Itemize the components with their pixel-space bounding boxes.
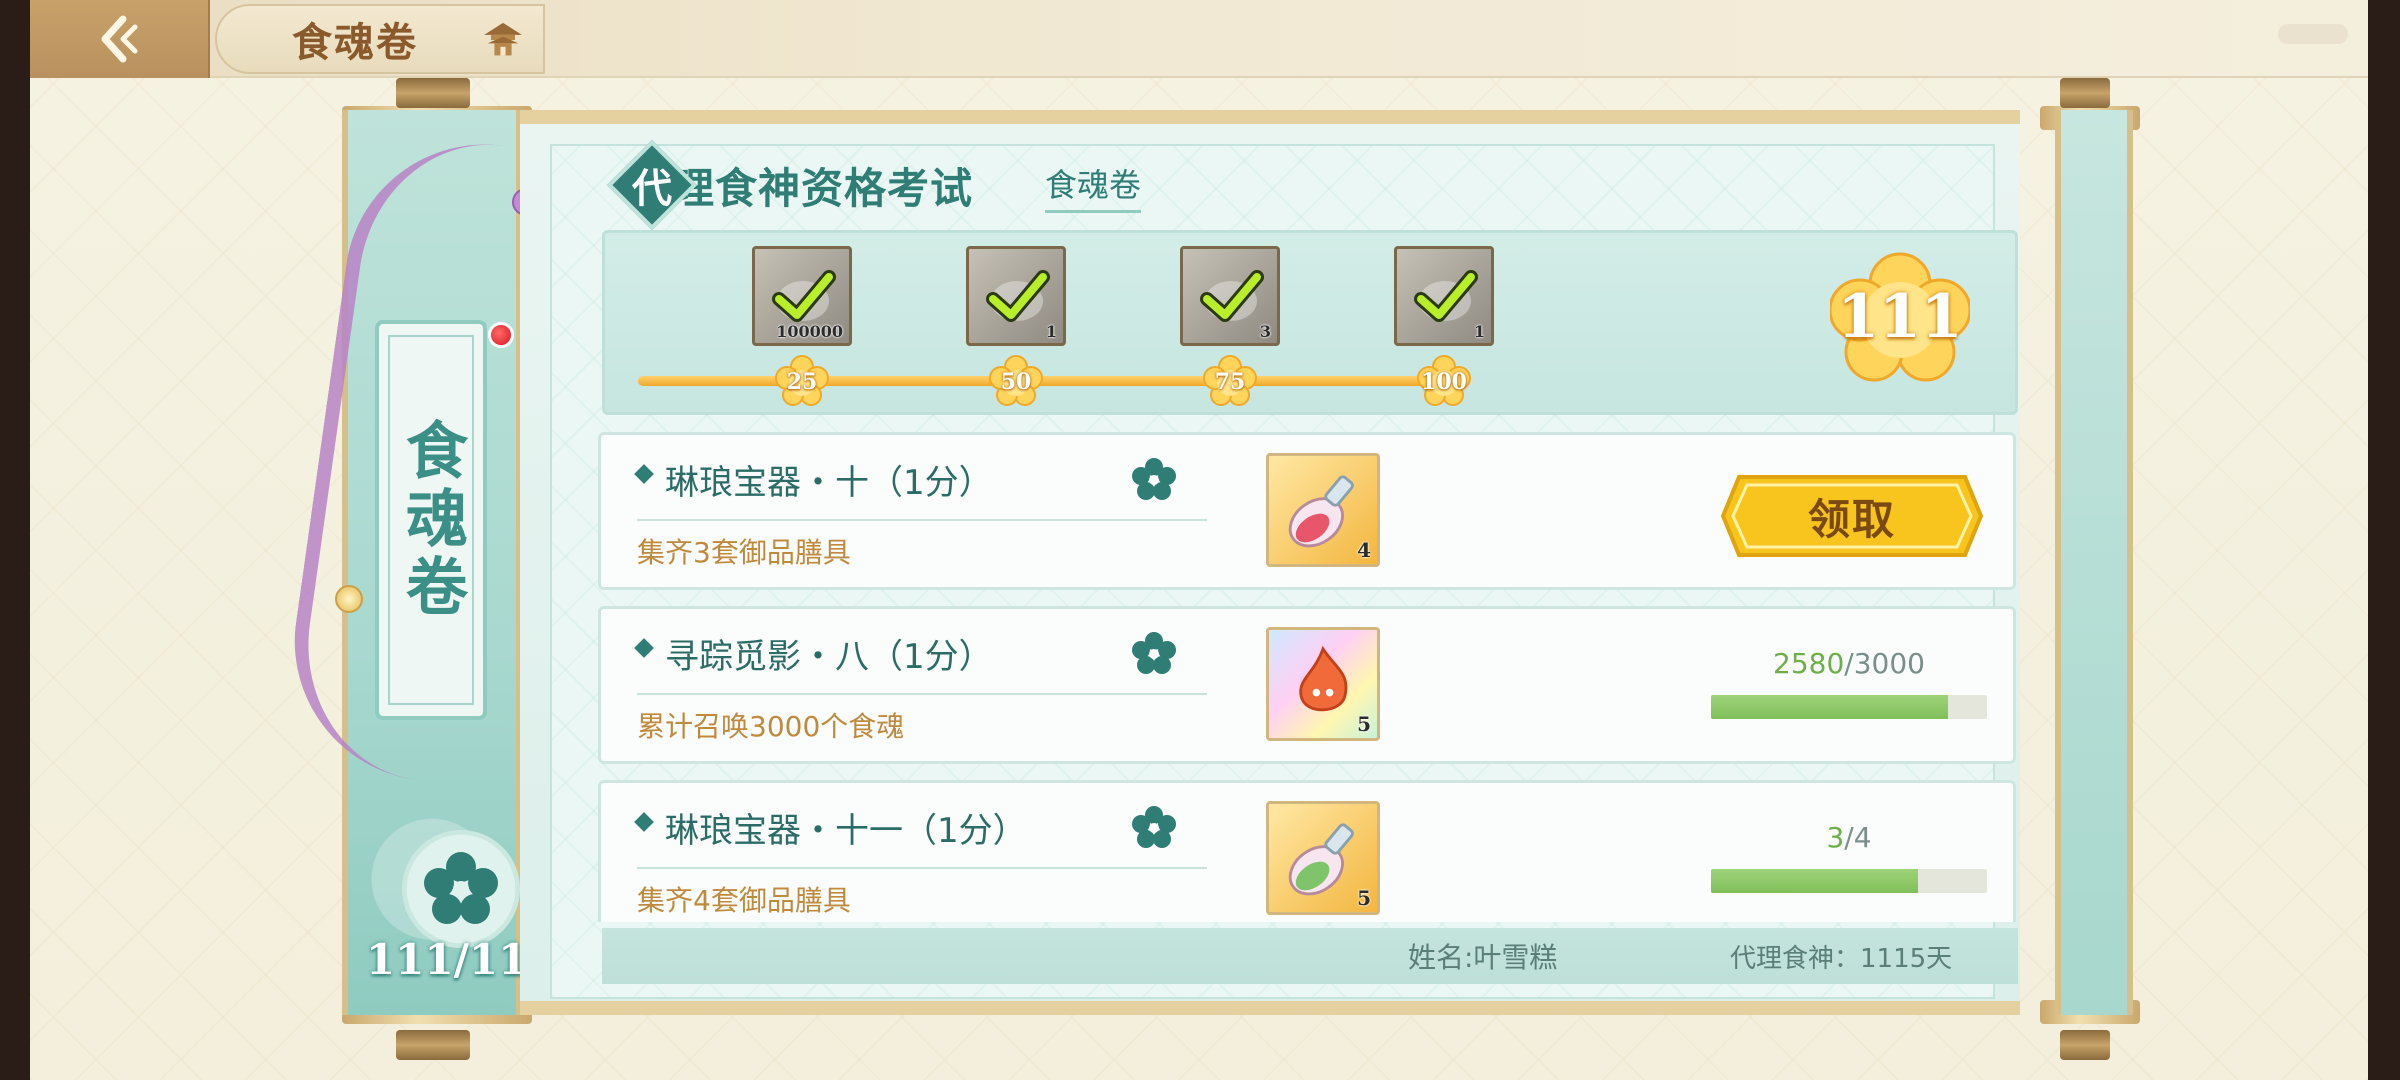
status-pill bbox=[2278, 24, 2348, 44]
reward-quantity: 5 bbox=[1357, 886, 1371, 910]
task-name: 寻踪觅影・八（1分） bbox=[665, 637, 993, 677]
scroll-rod-cap bbox=[2060, 78, 2110, 108]
agent-days: 代理食神：1115天 bbox=[1730, 944, 1953, 974]
exam-title: 代 理食神资格考试 bbox=[606, 139, 974, 231]
task-progress-text: 3/4 bbox=[1826, 821, 1872, 854]
task-description: 累计召唤3000个食魂 bbox=[637, 710, 905, 743]
milestone-track bbox=[638, 376, 1468, 386]
milestone-threshold: 25 bbox=[775, 355, 829, 409]
milestone-reward[interactable]: 3 bbox=[1180, 246, 1280, 346]
checkmark-icon bbox=[1200, 270, 1264, 322]
milestone-threshold: 50 bbox=[989, 355, 1043, 409]
task-card: 琳琅宝器・十（1分） 集齐3套御品膳具 4 领取 bbox=[598, 432, 2016, 590]
milestone-threshold: 100 bbox=[1417, 355, 1471, 409]
checkmark-icon bbox=[986, 270, 1050, 322]
bullet-diamond-icon bbox=[634, 812, 654, 832]
exam-subtitle: 食魂卷 bbox=[1045, 160, 1142, 213]
milestone-threshold-value: 75 bbox=[1214, 369, 1246, 395]
progress-fill bbox=[1711, 695, 1949, 719]
claim-button-label: 领取 bbox=[1807, 494, 1896, 544]
right-scroll-panel bbox=[2055, 110, 2133, 1015]
milestone-reward[interactable]: 1 bbox=[966, 246, 1066, 346]
divider bbox=[637, 693, 1207, 695]
scroll-rod-cap bbox=[2060, 1030, 2110, 1060]
milestone-quantity: 3 bbox=[1259, 322, 1271, 341]
task-list[interactable]: 琳琅宝器・十（1分） 集齐3套御品膳具 4 领取 寻踪觅影・八（1分） 累计召唤… bbox=[598, 432, 2016, 922]
reward-item[interactable]: 5 bbox=[1266, 801, 1380, 915]
milestone-reward[interactable]: 100000 bbox=[752, 246, 852, 346]
scroll-rod-cap bbox=[396, 78, 470, 108]
flower-icon bbox=[1132, 806, 1176, 848]
bullet-diamond-icon bbox=[634, 638, 654, 658]
top-bar: 食魂卷 bbox=[30, 0, 2368, 78]
task-progress-text: 2580/3000 bbox=[1773, 647, 1925, 680]
bullet-diamond-icon bbox=[634, 464, 654, 484]
scroll-rod-cap bbox=[396, 1030, 470, 1060]
reward-quantity: 5 bbox=[1357, 712, 1371, 736]
score-value: 111 bbox=[1837, 282, 1963, 352]
flower-icon bbox=[1132, 458, 1176, 500]
back-arrow-icon bbox=[101, 15, 138, 63]
claim-button[interactable]: 领取 bbox=[1721, 473, 1983, 559]
divider bbox=[637, 867, 1207, 869]
checkmark-icon bbox=[772, 270, 836, 322]
checkmark-icon bbox=[1414, 270, 1478, 322]
flower-badge bbox=[402, 830, 520, 948]
player-name: 姓名:叶雪糕 bbox=[1408, 941, 1558, 974]
pagoda-home-icon bbox=[484, 22, 522, 56]
back-button[interactable] bbox=[30, 0, 210, 78]
home-button[interactable] bbox=[475, 12, 531, 68]
milestone-threshold-value: 50 bbox=[1000, 369, 1032, 395]
task-description: 集齐3套御品膳具 bbox=[637, 536, 851, 569]
notification-dot bbox=[488, 322, 514, 348]
task-progress-bar bbox=[1711, 869, 1987, 893]
title-diamond: 代 bbox=[606, 139, 698, 231]
task-description: 集齐4套御品膳具 bbox=[637, 884, 851, 917]
exam-title-text: 理食神资格考试 bbox=[672, 163, 974, 213]
reward-quantity: 4 bbox=[1357, 538, 1371, 562]
scroll-tab[interactable]: 食魂卷 bbox=[375, 320, 487, 720]
task-progress-bar bbox=[1711, 695, 1987, 719]
task-name: 琳琅宝器・十一（1分） bbox=[665, 811, 1027, 851]
milestone-threshold: 75 bbox=[1203, 355, 1257, 409]
reward-item[interactable]: 5 bbox=[1266, 627, 1380, 741]
task-card: 琳琅宝器・十一（1分） 集齐4套御品膳具 5 3/4 bbox=[598, 780, 2016, 922]
footer-bar: 姓名:叶雪糕 代理食神：1115天 bbox=[602, 928, 2018, 984]
milestone-threshold-value: 100 bbox=[1421, 369, 1467, 395]
milestone-threshold-value: 25 bbox=[786, 369, 818, 395]
milestone-reward[interactable]: 1 bbox=[1394, 246, 1494, 346]
milestone-quantity: 1 bbox=[1473, 322, 1485, 341]
game-screen: 食魂卷 食魂卷 111/114 代 理食神资格考试 食魂卷 100000 25 … bbox=[30, 0, 2368, 1080]
milestone-quantity: 100000 bbox=[776, 322, 843, 341]
milestone-quantity: 1 bbox=[1045, 322, 1057, 341]
task-card: 寻踪觅影・八（1分） 累计召唤3000个食魂 5 2580/3000 bbox=[598, 606, 2016, 764]
flower-icon bbox=[1132, 632, 1176, 674]
divider bbox=[637, 519, 1207, 521]
page-title: 食魂卷 bbox=[292, 19, 418, 66]
reward-item[interactable]: 4 bbox=[1266, 453, 1380, 567]
scroll-tab-label: 食魂卷 bbox=[395, 418, 468, 622]
progress-fill bbox=[1711, 869, 1918, 893]
flower-icon bbox=[424, 852, 498, 924]
ribbon-bead bbox=[335, 585, 363, 613]
task-name: 琳琅宝器・十（1分） bbox=[665, 463, 993, 503]
score-badge: 111 bbox=[1830, 252, 1970, 382]
